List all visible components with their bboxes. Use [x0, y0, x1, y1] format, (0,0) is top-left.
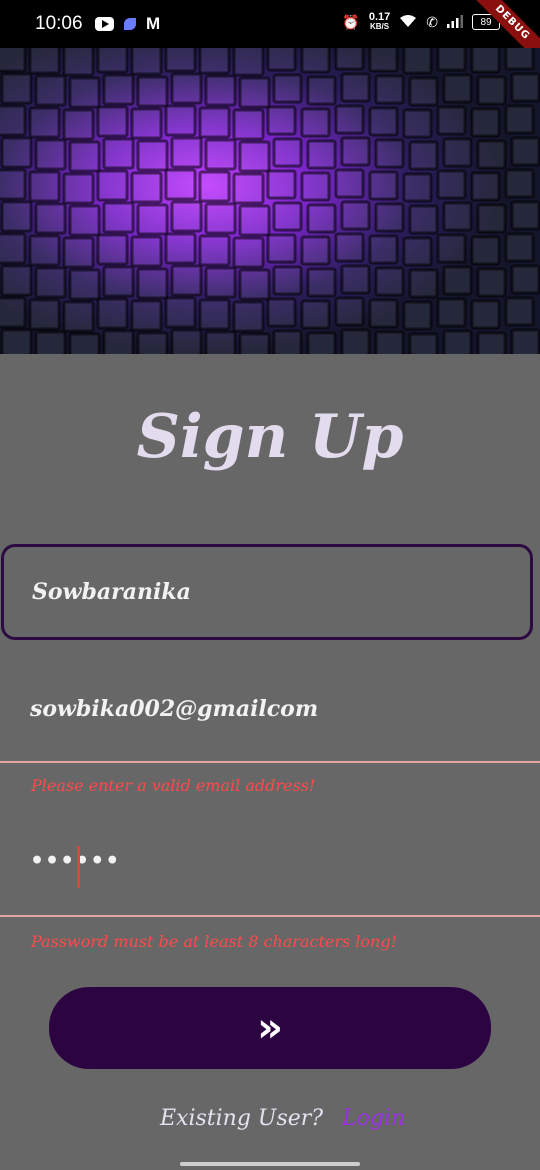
double-chevron-icon: »: [257, 1005, 283, 1051]
text-cursor: [77, 846, 80, 888]
status-bar: 10:06 M ⏰ 0.17 KB/S ✆ 89 DEBUG: [0, 0, 540, 72]
email-field[interactable]: sowbika002@gmailcom: [30, 696, 318, 722]
status-time: 10:06: [35, 13, 83, 34]
call-icon: ✆: [426, 13, 438, 30]
email-underline: [0, 761, 540, 763]
password-error: Password must be at least 8 characters l…: [31, 932, 398, 951]
network-speed: 0.17 KB/S: [369, 12, 390, 32]
notification-icons: M: [95, 14, 160, 34]
existing-user-label: Existing User?: [160, 1106, 324, 1131]
gmail-icon: M: [146, 14, 161, 33]
page-title: Sign Up: [136, 402, 404, 472]
wifi-icon: [399, 14, 417, 31]
name-value: Sowbaranika: [32, 579, 191, 605]
header-image: [0, 48, 540, 354]
submit-button[interactable]: »: [49, 987, 491, 1069]
signal-icon: [447, 14, 463, 31]
alarm-icon: ⏰: [342, 13, 360, 30]
purple-cubes-image: [0, 48, 540, 354]
system-icons: ⏰ 0.17 KB/S ✆ 89: [342, 12, 500, 32]
speed-unit: KB/S: [369, 22, 390, 31]
youtube-icon: [95, 17, 114, 31]
app-notification-icon: [124, 18, 136, 30]
password-field[interactable]: ••••••: [30, 848, 120, 874]
speed-value: 0.17: [368, 11, 391, 23]
login-prompt: Existing User? Login: [160, 1106, 405, 1131]
home-indicator[interactable]: [180, 1162, 360, 1166]
name-field[interactable]: Sowbaranika: [1, 544, 533, 640]
login-link[interactable]: Login: [342, 1106, 405, 1131]
password-underline: [0, 915, 540, 917]
email-error: Please enter a valid email address!: [31, 776, 316, 795]
